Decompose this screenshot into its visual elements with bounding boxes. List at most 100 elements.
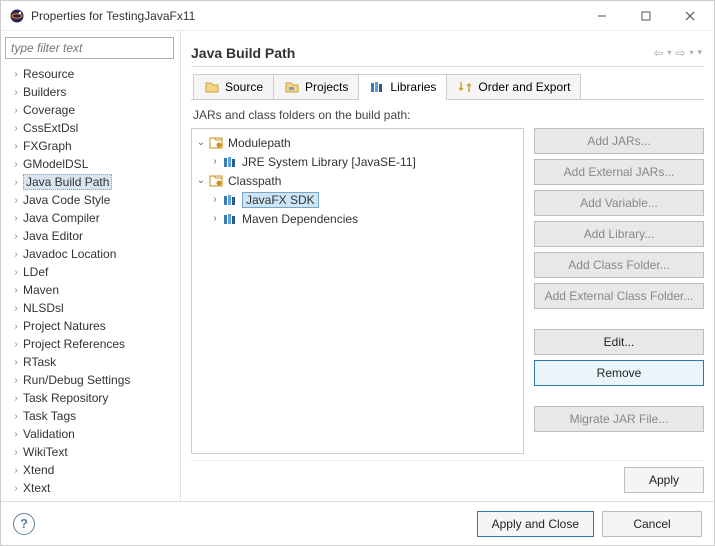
chevron-right-icon: ›: [9, 87, 23, 98]
classpath-label: Classpath: [228, 174, 281, 188]
category-gmodeldsl[interactable]: ›GModelDSL: [5, 155, 174, 173]
chevron-right-icon: ›: [9, 357, 23, 368]
category-run-debug-settings[interactable]: ›Run/Debug Settings: [5, 371, 174, 389]
category-task-tags[interactable]: ›Task Tags: [5, 407, 174, 425]
chevron-right-icon: ›: [9, 231, 23, 242]
migrate-jar-button[interactable]: Migrate JAR File...: [534, 406, 704, 432]
tab-projects[interactable]: Projects: [273, 74, 359, 100]
category-fxgraph[interactable]: ›FXGraph: [5, 137, 174, 155]
javafx-sdk-node[interactable]: › JavaFX SDK: [194, 190, 521, 209]
close-button[interactable]: [668, 2, 712, 30]
category-nlsdsl[interactable]: ›NLSDsl: [5, 299, 174, 317]
chevron-right-icon: ›: [9, 141, 23, 152]
libraries-icon: [369, 79, 385, 95]
category-task-repository[interactable]: ›Task Repository: [5, 389, 174, 407]
titlebar: Properties for TestingJavaFx11: [1, 1, 714, 31]
modulepath-icon: [208, 135, 224, 151]
section-subtitle: JARs and class folders on the build path…: [191, 100, 704, 128]
category-tree[interactable]: ›Resource›Builders›Coverage›CssExtDsl›FX…: [5, 65, 174, 497]
modulepath-node[interactable]: ⌄ Modulepath: [194, 133, 521, 152]
chevron-right-icon: ›: [9, 339, 23, 350]
minimize-button[interactable]: [580, 2, 624, 30]
category-wikitext[interactable]: ›WikiText: [5, 443, 174, 461]
chevron-right-icon: ›: [9, 483, 23, 494]
apply-and-close-button[interactable]: Apply and Close: [477, 511, 594, 537]
expander-closed-icon[interactable]: ›: [208, 194, 222, 205]
category-java-code-style[interactable]: ›Java Code Style: [5, 191, 174, 209]
page-title: Java Build Path: [191, 45, 651, 61]
category-rtask[interactable]: ›RTask: [5, 353, 174, 371]
library-icon: [222, 154, 238, 170]
add-variable-button[interactable]: Add Variable...: [534, 190, 704, 216]
category-resource[interactable]: ›Resource: [5, 65, 174, 83]
remove-button[interactable]: Remove: [534, 360, 704, 386]
category-coverage[interactable]: ›Coverage: [5, 101, 174, 119]
apply-button[interactable]: Apply: [624, 467, 704, 493]
category-java-build-path[interactable]: ›Java Build Path: [5, 173, 174, 191]
chevron-right-icon: ›: [9, 213, 23, 224]
category-javadoc-location[interactable]: ›Javadoc Location: [5, 245, 174, 263]
left-panel: ›Resource›Builders›Coverage›CssExtDsl›FX…: [1, 31, 181, 501]
classpath-icon: [208, 173, 224, 189]
expander-open-icon[interactable]: ⌄: [194, 137, 208, 148]
chevron-right-icon: ›: [9, 321, 23, 332]
category-builders[interactable]: ›Builders: [5, 83, 174, 101]
nav-arrows: ⇦▾ ⇨▾ ▾: [651, 44, 704, 62]
jre-library-label: JRE System Library [JavaSE-11]: [242, 155, 416, 169]
libraries-tree[interactable]: ⌄ Modulepath › JRE System Library [JavaS…: [191, 128, 524, 454]
category-xtend[interactable]: ›Xtend: [5, 461, 174, 479]
expander-closed-icon[interactable]: ›: [208, 213, 222, 224]
tab-order-and-export[interactable]: Order and Export: [446, 74, 581, 100]
window-title: Properties for TestingJavaFx11: [31, 9, 580, 23]
chevron-right-icon: ›: [9, 303, 23, 314]
category-project-natures[interactable]: ›Project Natures: [5, 317, 174, 335]
add-jars-button[interactable]: Add JARs...: [534, 128, 704, 154]
projects-icon: [284, 79, 300, 95]
edit-button[interactable]: Edit...: [534, 329, 704, 355]
jre-library-node[interactable]: › JRE System Library [JavaSE-11]: [194, 152, 521, 171]
maven-deps-node[interactable]: › Maven Dependencies: [194, 209, 521, 228]
category-java-compiler[interactable]: ›Java Compiler: [5, 209, 174, 227]
forward-menu-icon[interactable]: ▾: [689, 48, 693, 57]
category-xtext[interactable]: ›Xtext: [5, 479, 174, 497]
right-panel: Java Build Path ⇦▾ ⇨▾ ▾ SourceProjectsLi…: [181, 31, 714, 501]
tab-libraries[interactable]: Libraries: [358, 74, 447, 100]
chevron-right-icon: ›: [9, 177, 23, 188]
help-icon[interactable]: ?: [13, 513, 35, 535]
view-menu-icon[interactable]: ▾: [695, 45, 704, 60]
category-maven[interactable]: ›Maven: [5, 281, 174, 299]
order-icon: [457, 79, 473, 95]
tab-label: Source: [225, 80, 263, 94]
expander-closed-icon[interactable]: ›: [208, 156, 222, 167]
chevron-right-icon: ›: [9, 249, 23, 260]
tab-source[interactable]: Source: [193, 74, 274, 100]
cancel-button[interactable]: Cancel: [602, 511, 702, 537]
back-icon[interactable]: ⇦: [651, 44, 665, 62]
chevron-right-icon: ›: [9, 123, 23, 134]
tab-label: Projects: [305, 80, 348, 94]
back-menu-icon[interactable]: ▾: [667, 48, 671, 57]
chevron-right-icon: ›: [9, 69, 23, 80]
chevron-right-icon: ›: [9, 285, 23, 296]
expander-open-icon[interactable]: ⌄: [194, 175, 208, 186]
forward-icon[interactable]: ⇨: [673, 44, 687, 62]
chevron-right-icon: ›: [9, 105, 23, 116]
maximize-button[interactable]: [624, 2, 668, 30]
add-external-jars-button[interactable]: Add External JARs...: [534, 159, 704, 185]
category-cssextdsl[interactable]: ›CssExtDsl: [5, 119, 174, 137]
library-icon: [222, 192, 238, 208]
chevron-right-icon: ›: [9, 411, 23, 422]
filter-wrap: [5, 37, 174, 59]
category-java-editor[interactable]: ›Java Editor: [5, 227, 174, 245]
category-project-references[interactable]: ›Project References: [5, 335, 174, 353]
add-external-class-folder-button[interactable]: Add External Class Folder...: [534, 283, 704, 309]
category-validation[interactable]: ›Validation: [5, 425, 174, 443]
add-library-button[interactable]: Add Library...: [534, 221, 704, 247]
add-class-folder-button[interactable]: Add Class Folder...: [534, 252, 704, 278]
filter-input[interactable]: [5, 37, 174, 59]
category-ldef[interactable]: ›LDef: [5, 263, 174, 281]
bottom-bar: ? Apply and Close Cancel: [1, 501, 714, 545]
chevron-right-icon: ›: [9, 465, 23, 476]
maven-deps-label: Maven Dependencies: [242, 212, 358, 226]
classpath-node[interactable]: ⌄ Classpath: [194, 171, 521, 190]
